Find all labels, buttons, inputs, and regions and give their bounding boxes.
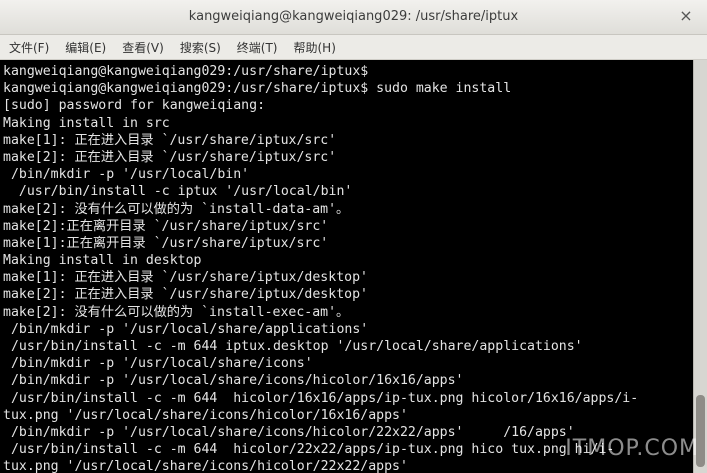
menu-help[interactable]: 帮助(H) — [285, 39, 343, 56]
terminal-line: /bin/mkdir -p '/usr/local/share/applicat… — [3, 321, 369, 337]
terminal-line: make[1]: 正在进入目录 `/usr/share/iptux/deskto… — [3, 270, 368, 286]
menu-view[interactable]: 查看(V) — [113, 39, 171, 56]
terminal-line: make[2]:正在离开目录 `/usr/share/iptux/src' — [3, 218, 329, 234]
watermark: ITMOP.COM — [565, 436, 699, 461]
terminal-line: kangweiqiang@kangweiqiang029:/usr/share/… — [3, 64, 369, 79]
terminal-line: make[1]:正在离开目录 `/usr/share/iptux/src' — [3, 235, 329, 251]
terminal-line: /usr/bin/install -c iptux '/usr/local/bi… — [3, 184, 353, 200]
menu-search[interactable]: 搜索(S) — [171, 39, 228, 56]
terminal-line: make[1]: 正在进入目录 `/usr/share/iptux/src' — [3, 132, 337, 148]
terminal-line: /bin/mkdir -p '/usr/local/share/icons/hi… — [3, 373, 464, 389]
terminal-window: kangweiqiang@kangweiqiang029: /usr/share… — [0, 0, 707, 473]
terminal-output[interactable]: kangweiqiang@kangweiqiang029:/usr/share/… — [0, 60, 693, 473]
menu-terminal[interactable]: 终端(T) — [228, 39, 285, 56]
terminal-line: Making install in desktop — [3, 253, 202, 269]
title-bar[interactable]: kangweiqiang@kangweiqiang029: /usr/share… — [0, 0, 707, 35]
terminal-line: make[2]: 正在进入目录 `/usr/share/iptux/deskto… — [3, 287, 368, 303]
menu-file[interactable]: 文件(F) — [0, 39, 56, 56]
terminal-line: make[2]: 没有什么可以做的为 `install-data-am'。 — [3, 201, 350, 217]
terminal-line: /bin/mkdir -p '/usr/local/bin' — [3, 167, 250, 183]
vertical-scrollbar[interactable] — [693, 60, 707, 473]
menu-edit[interactable]: 编辑(E) — [56, 39, 113, 56]
terminal-line: /bin/mkdir -p '/usr/local/share/icons' — [3, 356, 313, 372]
terminal-line: tux.png '/usr/local/share/icons/hicolor/… — [3, 407, 408, 423]
terminal-line: make[2]: 没有什么可以做的为 `install-exec-am'。 — [3, 304, 350, 320]
menu-bar: 文件(F) 编辑(E) 查看(V) 搜索(S) 终端(T) 帮助(H) — [0, 35, 707, 60]
terminal-line: [sudo] password for kangweiqiang: — [3, 98, 266, 114]
terminal-line: Making install in src — [3, 115, 170, 131]
terminal-line: kangweiqiang@kangweiqiang029:/usr/share/… — [3, 81, 512, 97]
close-icon[interactable]: × — [677, 7, 695, 25]
terminal-line: make[2]: 正在进入目录 `/usr/share/iptux/src' — [3, 149, 337, 165]
terminal-line: /usr/bin/install -c -m 644 hicolor/16x16… — [3, 390, 639, 406]
terminal-line: /usr/bin/install -c -m 644 iptux.desktop… — [3, 339, 583, 354]
window-title: kangweiqiang@kangweiqiang029: /usr/share… — [188, 9, 519, 24]
